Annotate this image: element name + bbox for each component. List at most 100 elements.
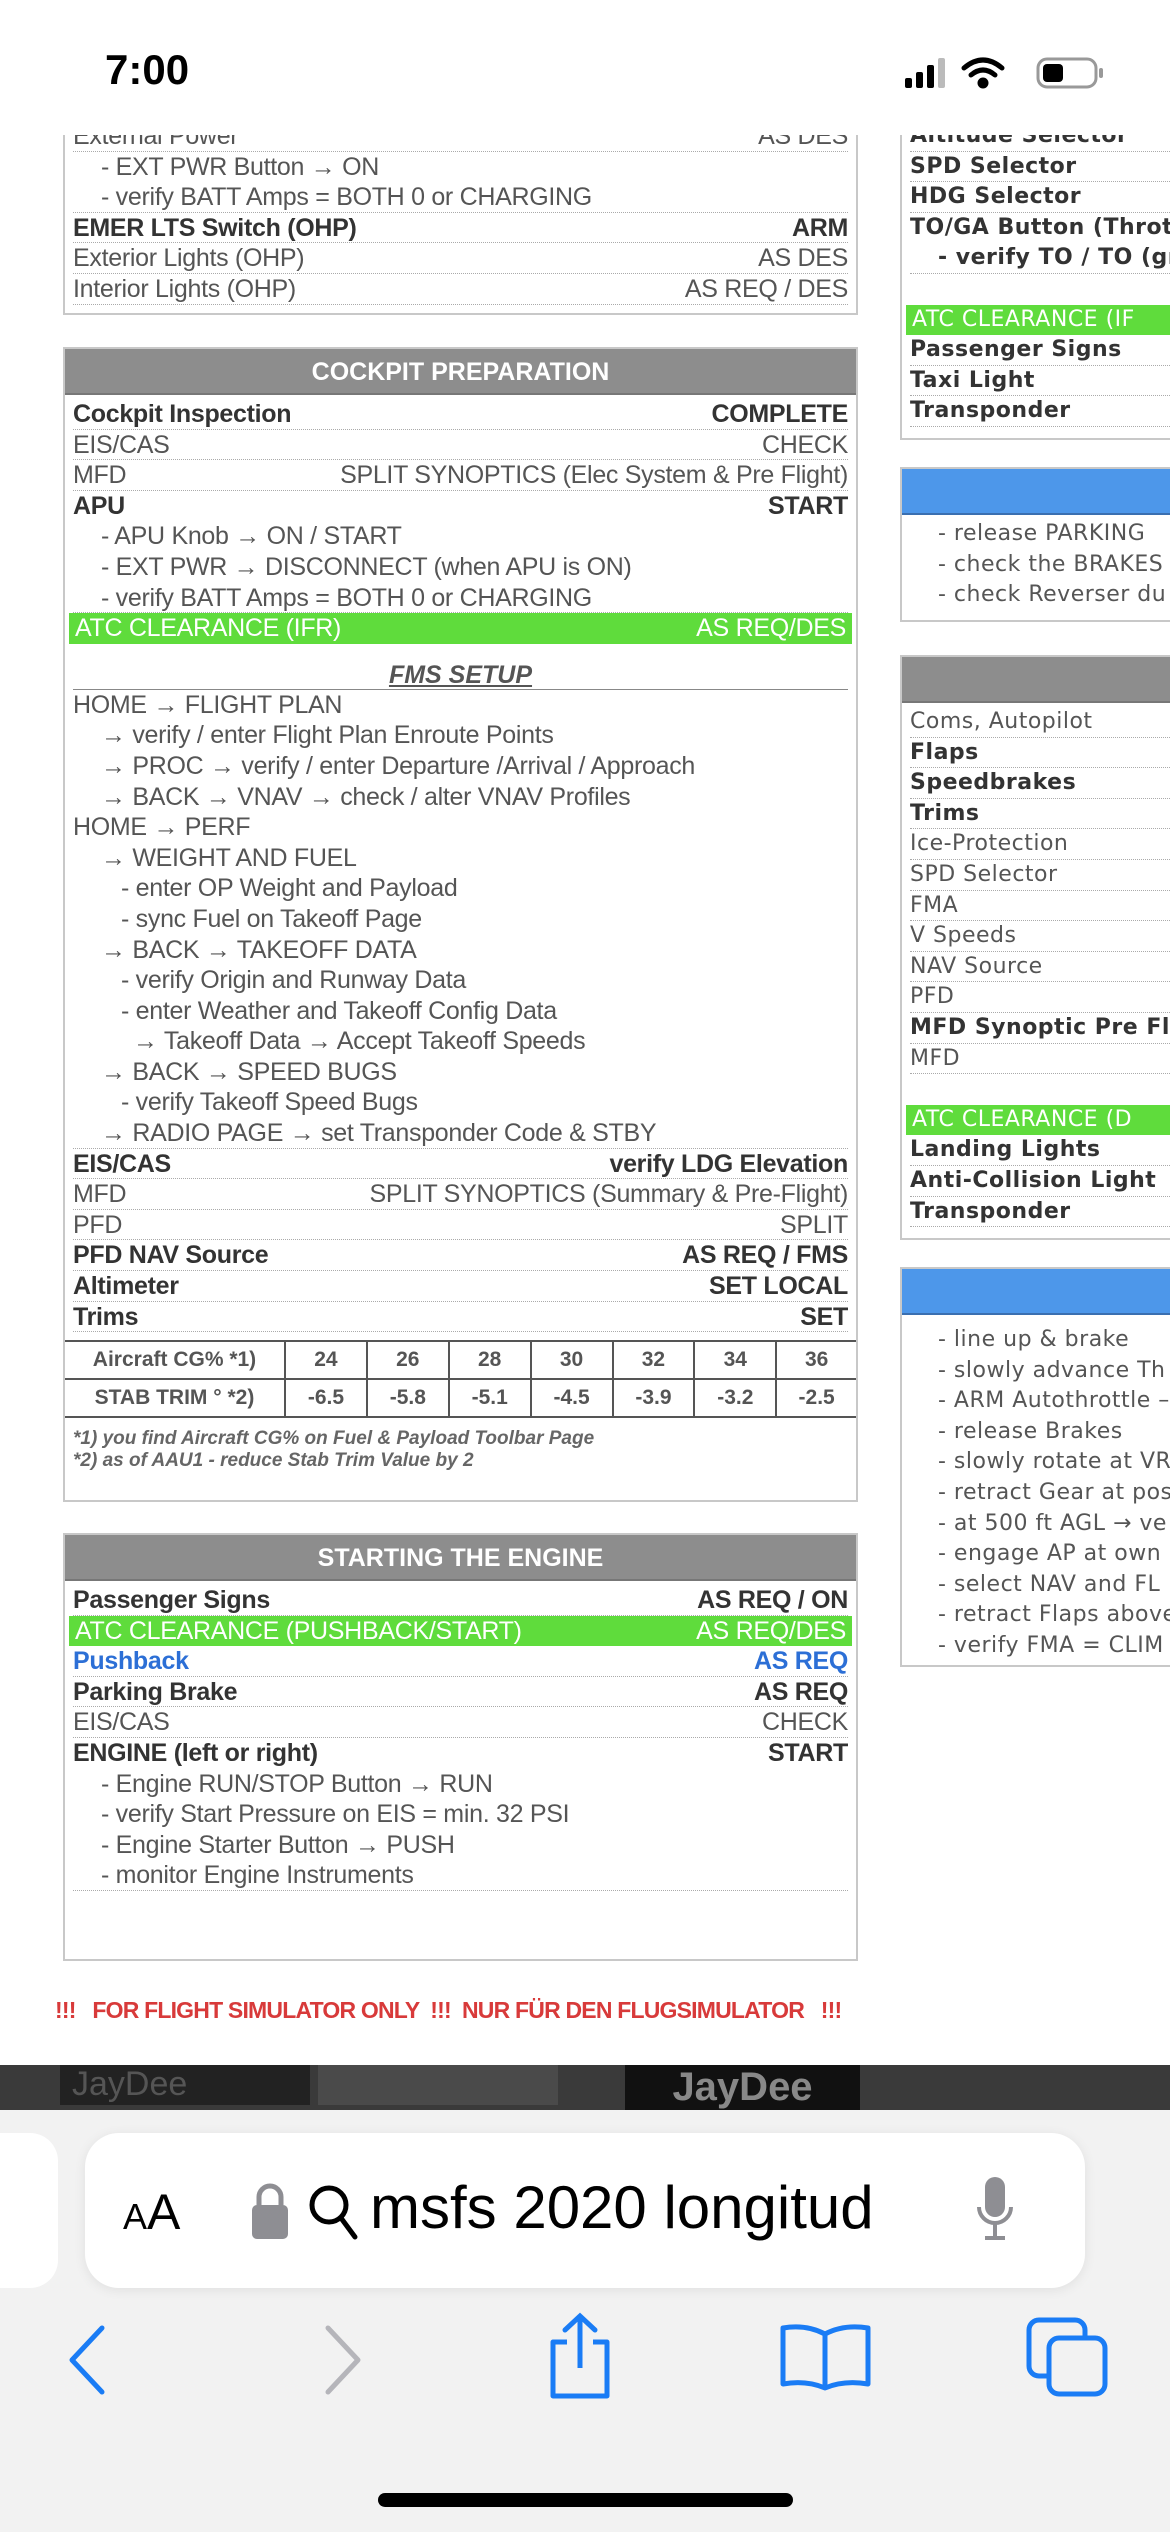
checklist-row: Passenger Signs AS REQ / ON xyxy=(73,1585,848,1616)
table-cell: 24 xyxy=(284,1340,368,1381)
row-label: Pushback xyxy=(73,1647,189,1676)
checklist-row xyxy=(910,274,1170,305)
checklist-row: PFD xyxy=(910,982,1170,1013)
table-cell: -4.5 xyxy=(530,1378,614,1419)
row-label: MFD xyxy=(73,1180,127,1209)
url-text[interactable]: msfs 2020 longitud xyxy=(370,2173,910,2242)
row-label: Flaps xyxy=(910,739,979,765)
web-page-content[interactable]: External Power AS DES - EXT PWR Button → O… xyxy=(0,135,1170,2065)
table-row: STAB TRIM ° *2) -6.5 -5.8 -5.1 -4.5 -3.9 -3.2-… xyxy=(65,1378,856,1419)
previous-tab-preview[interactable] xyxy=(0,2133,58,2288)
forward-icon[interactable] xyxy=(310,2320,370,2400)
right-top-box: Altitude Selector SPD Selector HDG Selecto… xyxy=(900,135,1170,440)
status-bar: 7:00 xyxy=(0,0,1170,135)
checklist-row: - EXT PWR Button → ON xyxy=(73,152,848,183)
address-bar[interactable]: AA msfs 2020 longitud xyxy=(85,2133,1085,2288)
row-label: - verify Start Pressure on EIS = min. 32… xyxy=(101,1800,570,1829)
row-label: - verify FMA = CLIM xyxy=(938,1632,1164,1658)
checklist-row: - verify FMA = CLIM xyxy=(910,1631,1170,1662)
right-top-rows: Altitude Selector SPD Selector HDG Selecto… xyxy=(902,135,1170,427)
row-value: START xyxy=(768,1738,848,1767)
checklist-row: Passenger Signs xyxy=(910,335,1170,366)
row-value: SPLIT SYNOPTICS (Elec System & Pre Fligh… xyxy=(340,461,848,490)
checklist-row: - verify TO / TO (gr xyxy=(910,243,1170,274)
blue-box-1-rows: - release PARKING - check the BRAKES - che… xyxy=(902,515,1170,611)
row-value: COMPLETE xyxy=(711,400,849,428)
home-indicator[interactable] xyxy=(378,2493,793,2507)
starting-engine-box: STARTING THE ENGINE Passenger Signs AS RE… xyxy=(63,1533,858,1961)
cellular-signal-icon xyxy=(905,58,945,88)
row-label: TO/GA Button (Throt xyxy=(910,214,1170,240)
checklist-row: - EXT PWR → DISCONNECT (when APU is ON) xyxy=(73,552,848,583)
row-label: - verify BATT Amps = BOTH 0 or CHARGING xyxy=(101,583,592,612)
checklist-row: EIS/CAS CHECK xyxy=(73,1707,848,1738)
ad-strip[interactable]: JayDee JayDee xyxy=(0,2065,1170,2110)
checklist-row: Exterior Lights (OHP) AS DES xyxy=(73,243,848,274)
checklist-row: Ice-Protection xyxy=(910,829,1170,860)
checklist-row: → BACK → VNAV → check / alter VNAV Profi… xyxy=(73,782,848,813)
note-1: *1) you find Aircraft CG% on Fuel & Payl… xyxy=(73,1428,595,1450)
checklist-row: NAV Source xyxy=(910,952,1170,983)
bookmarks-icon[interactable] xyxy=(778,2322,873,2392)
row-label: - Engine RUN/STOP Button → RUN xyxy=(101,1769,493,1798)
checklist-row: ENGINE (left or right) START xyxy=(73,1738,848,1769)
search-icon xyxy=(309,2185,358,2240)
row-label: - APU Knob → ON / START xyxy=(101,522,402,551)
wifi-icon xyxy=(961,57,1005,89)
row-label: Transponder xyxy=(910,1198,1071,1224)
checklist-row: SPD Selector xyxy=(910,152,1170,183)
section-header xyxy=(902,657,1170,703)
row-label: - verify TO / TO (gr xyxy=(938,245,1170,271)
checklist-row: Altimeter SET LOCAL xyxy=(73,1271,848,1302)
ad-banner[interactable] xyxy=(318,2065,558,2105)
microphone-icon[interactable] xyxy=(975,2175,1015,2245)
note-2: *2) as of AAU1 - reduce Stab Trim Value … xyxy=(73,1450,474,1472)
tabs-icon[interactable] xyxy=(1025,2316,1115,2401)
checklist-row: → WEIGHT AND FUEL xyxy=(73,843,848,874)
row-label: - engage AP at own xyxy=(938,1541,1162,1567)
table-cell: -3.2 xyxy=(693,1378,778,1419)
left-top-rows: External Power AS DES - EXT PWR Button → O… xyxy=(65,135,856,305)
row-label: → PROC → verify / enter Departure /Arriv… xyxy=(101,751,696,780)
row-label: - enter OP Weight and Payload xyxy=(121,874,458,903)
checklist-row: SPD Selector xyxy=(910,860,1170,891)
battery-icon xyxy=(1036,57,1103,89)
row-value: AS DES xyxy=(758,135,848,150)
row-label: MFD xyxy=(910,1045,961,1071)
row-label: Passenger Signs xyxy=(910,337,1122,363)
checklist-row: - enter Weather and Takeoff Config Data xyxy=(73,996,848,1027)
ad-logo-left[interactable]: JayDee xyxy=(60,2065,310,2105)
cockpit-preparation-box: COCKPIT PREPARATION Cockpit Inspection CO… xyxy=(63,347,858,1502)
row-label: PFD xyxy=(910,984,955,1010)
row-label: Exterior Lights (OHP) xyxy=(73,244,305,273)
row-label: - retract Gear at pos xyxy=(938,1479,1170,1505)
table-cell: 28 xyxy=(448,1340,532,1381)
text-size-button[interactable]: AA xyxy=(123,2183,180,2241)
row-value: AS REQ xyxy=(753,1677,848,1706)
checklist-row: - verify Takeoff Speed Bugs xyxy=(73,1087,848,1118)
row-header: Aircraft CG% *1) xyxy=(65,1340,286,1381)
checklist-row xyxy=(910,1074,1170,1105)
checklist-row: Altitude Selector xyxy=(910,135,1170,152)
table-cell: 36 xyxy=(775,1340,856,1381)
back-icon[interactable] xyxy=(60,2320,120,2400)
row-value: SPLIT SYNOPTICS (Summary & Pre-Flight) xyxy=(369,1180,848,1209)
row-label: → RADIO PAGE → set Transponder Code & ST… xyxy=(101,1119,657,1148)
row-value: AS REQ/DES xyxy=(696,614,846,643)
small-a: A xyxy=(123,2196,148,2237)
row-label: MFD Synoptic Pre Fli xyxy=(910,1014,1170,1040)
checklist-row: EMER LTS Switch (OHP) ARM xyxy=(73,213,848,244)
row-label: Speedbrakes xyxy=(910,770,1077,796)
ad-logo-right[interactable]: JayDee xyxy=(625,2065,860,2110)
row-value: AS REQ xyxy=(753,1647,848,1676)
checklist-row: Transponder xyxy=(910,1197,1170,1228)
row-label: - check the BRAKES xyxy=(938,551,1164,577)
checklist-row: External Power AS DES xyxy=(73,135,848,152)
row-label: APU xyxy=(73,491,125,520)
checklist-row: - release Brakes xyxy=(910,1417,1170,1448)
checklist-row: HOME → PERF xyxy=(73,812,848,843)
share-icon[interactable] xyxy=(545,2312,615,2402)
checklist-row: FMA xyxy=(910,891,1170,922)
row-label: V Speeds xyxy=(910,923,1017,949)
checklist-row: ATC CLEARANCE (IFR) AS REQ/DES xyxy=(69,613,852,644)
